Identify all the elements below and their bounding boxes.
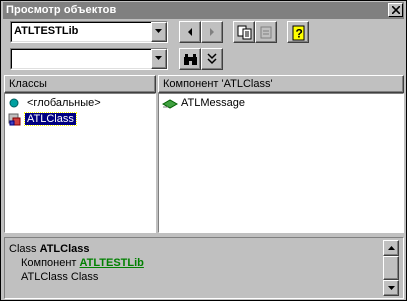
description-pane: Class ATLClass Компонент ATLTESTLib ATLC… <box>4 237 404 299</box>
view-definition-button[interactable] <box>255 21 277 43</box>
description-line-class: Class ATLClass <box>9 243 89 255</box>
close-icon <box>392 6 400 14</box>
arrow-left-icon <box>188 28 192 36</box>
classes-header: Классы <box>4 75 156 93</box>
binoculars-icon <box>184 54 197 65</box>
search-combo[interactable] <box>10 48 168 70</box>
classes-header-label: Классы <box>9 78 47 90</box>
description-component-link[interactable]: ATLTESTLib <box>80 257 144 269</box>
double-chevron-down-icon <box>207 53 217 65</box>
scroll-up-button[interactable] <box>383 240 399 256</box>
object-browser-window: Просмотр объектов ATLTESTLib ? Классы <г… <box>0 0 407 301</box>
list-item-label: <глобальные> <box>27 97 101 109</box>
description-line-component: Компонент ATLTESTLib <box>21 257 144 269</box>
find-button[interactable] <box>179 48 201 70</box>
library-combo-value: ATLTESTLib <box>14 25 79 37</box>
window-title: Просмотр объектов <box>6 4 117 16</box>
library-dropdown-button[interactable] <box>151 22 167 42</box>
globe-dot-icon <box>9 98 19 108</box>
close-button[interactable] <box>388 3 403 17</box>
scroll-down-button[interactable] <box>383 280 399 296</box>
arrow-right-icon <box>210 28 214 36</box>
search-dropdown-button[interactable] <box>151 49 167 69</box>
list-item-label: ATLMessage <box>181 97 245 109</box>
copy-button[interactable] <box>233 21 255 43</box>
members-header: Компонент 'ATLClass' <box>158 75 404 93</box>
classes-list[interactable]: <глобальные> ATLClass <box>4 93 156 233</box>
chevron-up-icon <box>388 246 395 250</box>
description-class-prefix: Class <box>9 243 40 255</box>
copy-icon <box>237 25 252 40</box>
description-class-name: ATLClass <box>39 243 90 255</box>
find-options-button[interactable] <box>201 48 223 70</box>
class-icon <box>8 113 21 126</box>
definition-icon <box>260 26 272 39</box>
members-header-label: Компонент 'ATLClass' <box>163 78 273 90</box>
chevron-down-icon <box>155 56 162 60</box>
description-line-summary: ATLClass Class <box>21 271 99 283</box>
list-item-label: ATLClass <box>24 112 77 126</box>
chevron-down-icon <box>388 286 395 290</box>
svg-text:?: ? <box>296 27 303 41</box>
forward-button[interactable] <box>201 21 223 43</box>
title-bar[interactable]: Просмотр объектов <box>3 2 404 19</box>
method-icon <box>162 99 178 109</box>
library-combo[interactable]: ATLTESTLib <box>10 21 168 43</box>
help-icon: ? <box>292 25 305 41</box>
scroll-thumb[interactable] <box>383 256 399 280</box>
back-button[interactable] <box>179 21 201 43</box>
help-button[interactable]: ? <box>287 21 309 43</box>
description-scrollbar[interactable] <box>383 240 399 296</box>
members-list[interactable]: ATLMessage <box>158 93 404 233</box>
chevron-down-icon <box>155 29 162 33</box>
description-component-prefix: Компонент <box>21 257 80 269</box>
